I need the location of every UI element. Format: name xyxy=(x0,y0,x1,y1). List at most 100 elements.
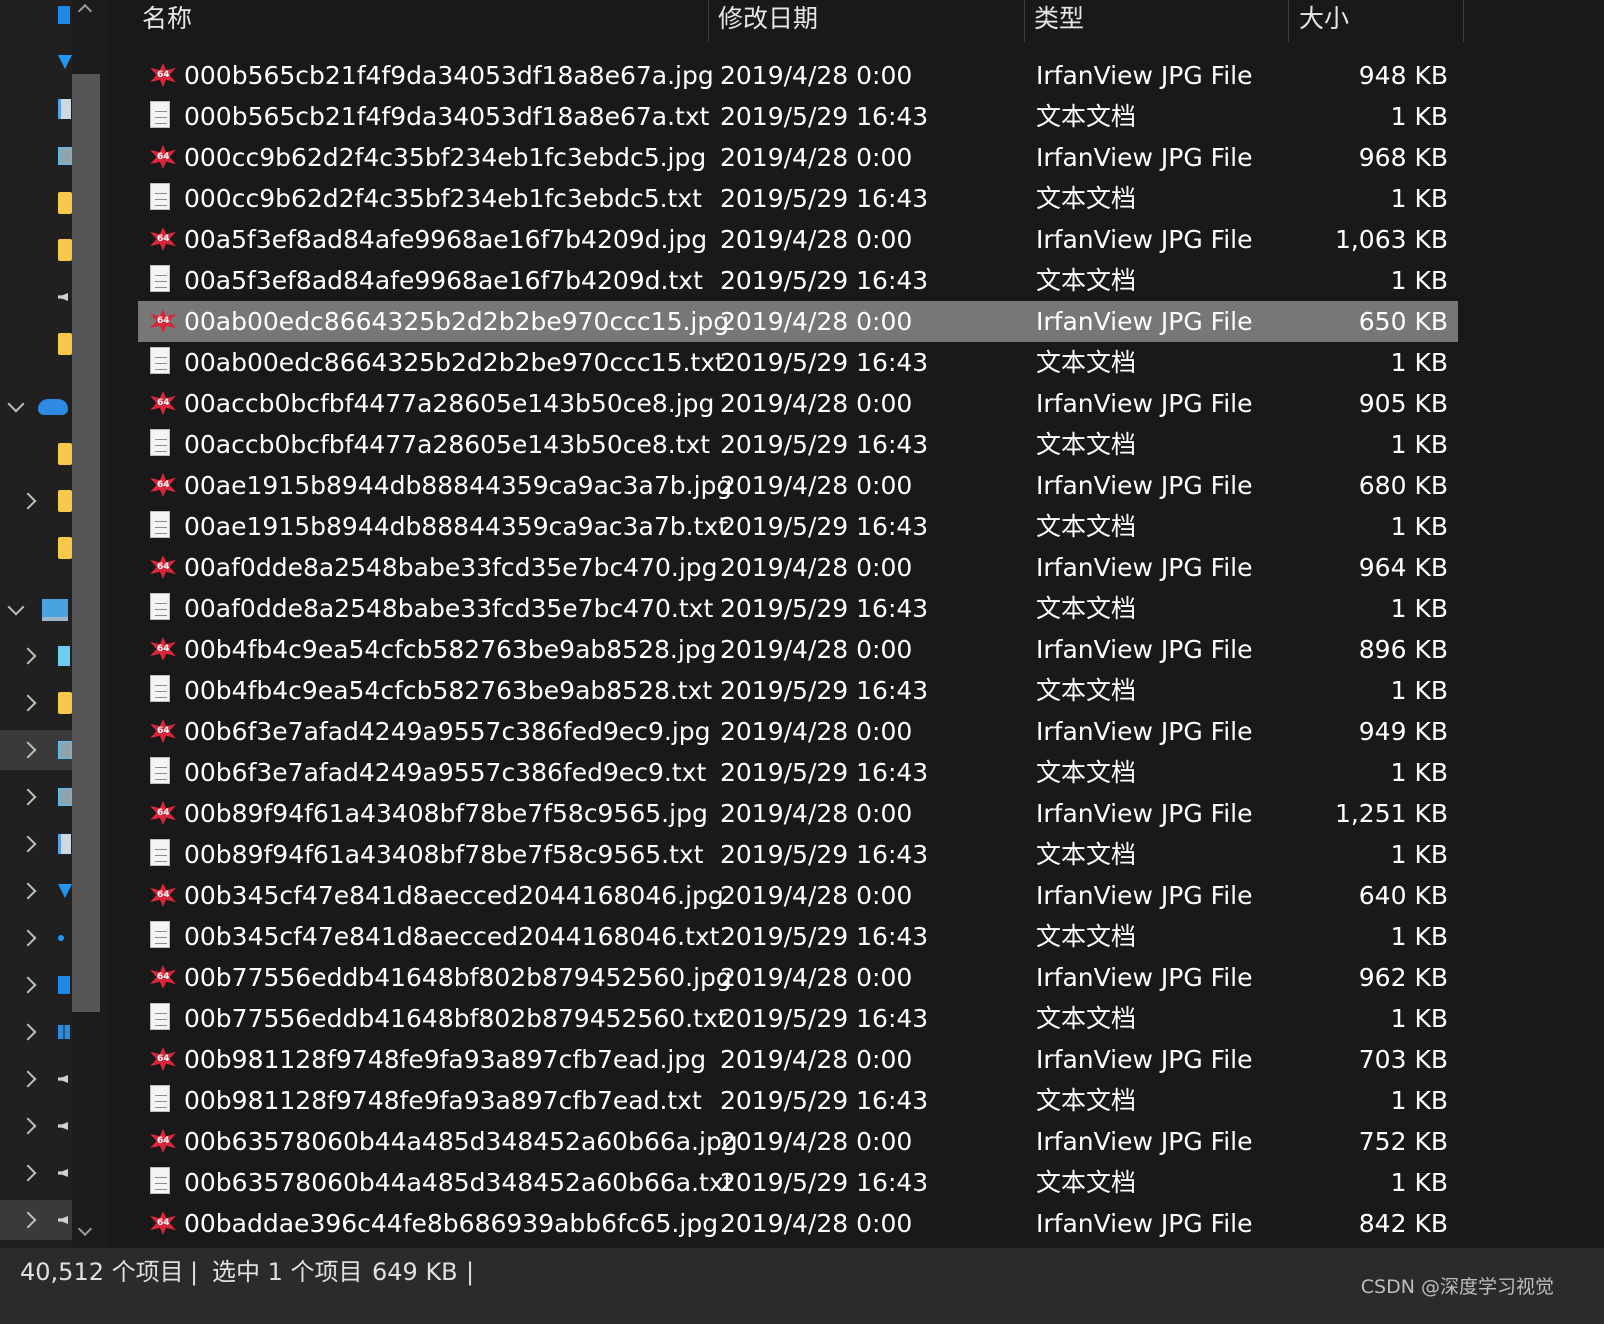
pictures-icon xyxy=(58,147,72,165)
file-row[interactable]: 00b6f3e7afad4249a9557c386fed9ec9.jpg 2019… xyxy=(138,711,1458,752)
file-row[interactable]: 00b63578060b44a485d348452a60b66a.jpg2019… xyxy=(138,1121,1458,1162)
file-name: 00b4fb4c9ea54cfcb582763be9ab8528.jpg xyxy=(184,635,717,664)
file-type: IrfanView JPG File xyxy=(1036,1045,1253,1074)
text-file-icon xyxy=(150,101,170,128)
nav-item[interactable] xyxy=(0,965,72,1005)
file-size: 949 KB xyxy=(1358,717,1448,746)
chevron-right-icon[interactable] xyxy=(19,492,37,510)
file-size: 905 KB xyxy=(1358,389,1448,418)
file-size: 1 KB xyxy=(1390,840,1448,869)
chevron-right-icon[interactable] xyxy=(19,1211,37,1229)
nav-item[interactable] xyxy=(0,1153,72,1193)
nav-item[interactable] xyxy=(0,277,72,317)
file-row[interactable]: 000b565cb21f4f9da34053df18a8e67a.jpg2019… xyxy=(138,55,1458,96)
file-row[interactable]: 00ab00edc8664325b2d2b2be970ccc15.jpg2019… xyxy=(138,301,1458,342)
file-date-modified: 2019/4/28 0:00 xyxy=(720,471,913,500)
nav-item[interactable] xyxy=(0,324,72,364)
nav-item[interactable] xyxy=(0,824,72,864)
nav-item[interactable] xyxy=(0,183,72,223)
file-row[interactable]: 00ae1915b8944db88844359ca9ac3a7b.jpg2019… xyxy=(138,465,1458,506)
file-row[interactable]: 00b63578060b44a485d348452a60b66a.txt 2019… xyxy=(138,1162,1458,1203)
nav-item[interactable] xyxy=(0,136,72,176)
file-row[interactable]: 00ab00edc8664325b2d2b2be970ccc15.txt 2019… xyxy=(138,342,1458,383)
file-row[interactable]: 00b77556eddb41648bf802b879452560.txt 2019… xyxy=(138,998,1458,1039)
file-row[interactable]: 00b4fb4c9ea54cfcb582763be9ab8528.jpg2019… xyxy=(138,629,1458,670)
navigation-pane[interactable] xyxy=(0,0,72,1278)
file-type: IrfanView JPG File xyxy=(1036,963,1253,992)
file-row[interactable]: 00baddae396c44fe8b686939abb6fc65.jpg2019… xyxy=(138,1203,1458,1244)
nav-item[interactable] xyxy=(0,918,72,958)
file-date-modified: 2019/4/28 0:00 xyxy=(720,389,913,418)
nav-item[interactable] xyxy=(0,730,72,770)
nav-item[interactable] xyxy=(0,590,72,630)
file-row[interactable]: 00b6f3e7afad4249a9557c386fed9ec9.txt 2019… xyxy=(138,752,1458,793)
file-date-modified: 2019/5/29 16:43 xyxy=(720,1004,929,1033)
chevron-down-icon[interactable] xyxy=(7,395,25,413)
file-row[interactable]: 000b565cb21f4f9da34053df18a8e67a.txt 2019… xyxy=(138,96,1458,137)
nav-item[interactable] xyxy=(0,1200,72,1240)
column-header-label: 类型 xyxy=(1034,4,1085,33)
file-name: 00ab00edc8664325b2d2b2be970ccc15.jpg xyxy=(184,307,730,336)
column-header-name[interactable]: 名称 xyxy=(142,0,709,42)
chevron-right-icon[interactable] xyxy=(19,1117,37,1135)
chevron-right-icon[interactable] xyxy=(19,882,37,900)
file-name: 00ae1915b8944db88844359ca9ac3a7b.txt xyxy=(184,512,728,541)
file-size: 640 KB xyxy=(1358,881,1448,910)
file-row[interactable]: 00af0dde8a2548babe33fcd35e7bc470.jpg2019… xyxy=(138,547,1458,588)
file-size: 1 KB xyxy=(1390,184,1448,213)
file-row[interactable]: 00ae1915b8944db88844359ca9ac3a7b.txt 2019… xyxy=(138,506,1458,547)
file-row[interactable]: 00b345cf47e841d8aecced2044168046.jpg2019… xyxy=(138,875,1458,916)
file-size: 1 KB xyxy=(1390,102,1448,131)
nav-item[interactable] xyxy=(0,636,72,676)
folder-icon xyxy=(58,490,72,512)
file-date-modified: 2019/5/29 16:43 xyxy=(720,512,929,541)
nav-item[interactable] xyxy=(0,481,72,521)
text-file-icon xyxy=(150,1003,170,1030)
file-row[interactable]: 00b981128f9748fe9fa93a897cfb7ead.txt 2019… xyxy=(138,1080,1458,1121)
text-file-icon xyxy=(150,839,170,866)
speaker-icon xyxy=(58,1122,68,1130)
chevron-right-icon[interactable] xyxy=(19,1023,37,1041)
chevron-right-icon[interactable] xyxy=(19,647,37,665)
nav-item[interactable] xyxy=(0,434,72,474)
nav-item[interactable] xyxy=(0,42,72,82)
chevron-right-icon[interactable] xyxy=(19,976,37,994)
nav-item[interactable] xyxy=(0,387,72,427)
nav-item[interactable] xyxy=(0,1012,72,1052)
file-row[interactable]: 00a5f3ef8ad84afe9968ae16f7b4209d.jpg 2019… xyxy=(138,219,1458,260)
file-row[interactable]: 00b89f94f61a43408bf78be7f58c9565.txt 2019… xyxy=(138,834,1458,875)
file-row[interactable]: 000cc9b62d2f4c35bf234eb1fc3ebdc5.jpg 2019… xyxy=(138,137,1458,178)
nav-item[interactable] xyxy=(0,777,72,817)
nav-item[interactable] xyxy=(0,528,72,568)
file-row[interactable]: 00accb0bcfbf4477a28605e143b50ce8.txt 2019… xyxy=(138,424,1458,465)
file-row[interactable]: 00b4fb4c9ea54cfcb582763be9ab8528.txt 2019… xyxy=(138,670,1458,711)
chevron-right-icon[interactable] xyxy=(19,741,37,759)
chevron-down-icon[interactable] xyxy=(7,598,25,616)
column-header-type[interactable]: 类型 xyxy=(1034,0,1289,42)
file-row[interactable]: 00b981128f9748fe9fa93a897cfb7ead.jpg 2019… xyxy=(138,1039,1458,1080)
navigation-scrollbar-thumb[interactable] xyxy=(72,74,100,1012)
nav-item[interactable] xyxy=(0,89,72,129)
chevron-right-icon[interactable] xyxy=(19,1164,37,1182)
column-header-size[interactable]: 大小 xyxy=(1299,0,1464,42)
nav-item[interactable] xyxy=(0,1106,72,1146)
chevron-right-icon[interactable] xyxy=(19,1070,37,1088)
file-size: 968 KB xyxy=(1358,143,1448,172)
file-row[interactable]: 000cc9b62d2f4c35bf234eb1fc3ebdc5.txt 2019… xyxy=(138,178,1458,219)
nav-item[interactable] xyxy=(0,871,72,911)
file-row[interactable]: 00a5f3ef8ad84afe9968ae16f7b4209d.txt 2019… xyxy=(138,260,1458,301)
file-row[interactable]: 00b345cf47e841d8aecced2044168046.txt 2019… xyxy=(138,916,1458,957)
nav-item[interactable] xyxy=(0,230,72,270)
column-header-date-modified[interactable]: 修改日期 xyxy=(718,0,1025,42)
nav-item[interactable] xyxy=(0,1059,72,1099)
chevron-right-icon[interactable] xyxy=(19,694,37,712)
chevron-right-icon[interactable] xyxy=(19,835,37,853)
file-row[interactable]: 00accb0bcfbf4477a28605e143b50ce8.jpg2019… xyxy=(138,383,1458,424)
file-row[interactable]: 00af0dde8a2548babe33fcd35e7bc470.txt 2019… xyxy=(138,588,1458,629)
chevron-right-icon[interactable] xyxy=(19,929,37,947)
chevron-right-icon[interactable] xyxy=(19,788,37,806)
nav-item[interactable] xyxy=(0,683,72,723)
file-row[interactable]: 00b89f94f61a43408bf78be7f58c9565.jpg 2019… xyxy=(138,793,1458,834)
nav-item[interactable] xyxy=(0,0,72,35)
file-row[interactable]: 00b77556eddb41648bf802b879452560.jpg2019… xyxy=(138,957,1458,998)
